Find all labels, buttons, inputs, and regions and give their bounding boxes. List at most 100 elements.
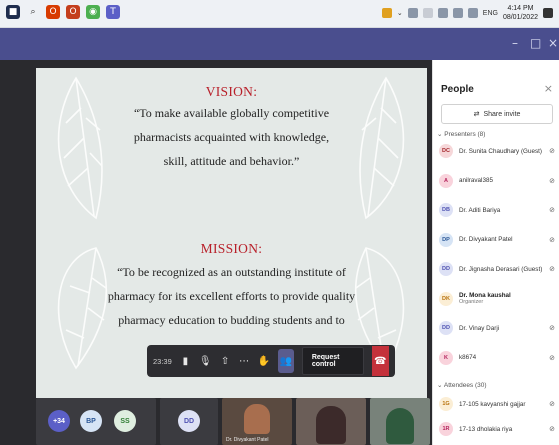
more-actions-icon[interactable]: ⋯ xyxy=(239,354,250,368)
hang-up-icon: ☎ xyxy=(374,355,387,367)
pen-icon[interactable] xyxy=(437,8,448,18)
participant-video-tile[interactable] xyxy=(370,398,430,445)
chevron-down-icon: ⌄ xyxy=(437,382,443,389)
mission-line-3: pharmacy education to budding students a… xyxy=(118,313,345,327)
participant-name: Dr. Mona kaushal xyxy=(459,292,511,299)
mic-muted-icon: ⊘ xyxy=(549,353,555,362)
presenters-section-header[interactable]: ⌄ Presenters (8) xyxy=(437,130,485,138)
avatar: DD xyxy=(439,321,453,335)
participant-tile[interactable]: DD xyxy=(160,398,218,445)
participant-name: 17-105 kavyanshi gajjar xyxy=(459,400,526,408)
participant-video-tile[interactable] xyxy=(296,398,366,445)
mic-muted-icon: ⊘ xyxy=(549,206,555,214)
battery-icon[interactable] xyxy=(467,8,478,18)
language-indicator[interactable]: ENG xyxy=(483,10,498,17)
office-app-icon-2[interactable]: O xyxy=(66,5,80,19)
participant-name-block: Dr. Mona kaushal Organizer xyxy=(459,292,555,305)
avatar: K xyxy=(439,350,453,365)
clock-time: 4:14 PM xyxy=(507,5,534,12)
vision-line-1: “To make available globally competitive xyxy=(133,106,330,120)
chrome-icon[interactable]: ◉ xyxy=(86,5,100,19)
mic-muted-icon: ⊘ xyxy=(549,425,555,433)
participants-icon[interactable]: 👥 xyxy=(278,349,294,373)
office-app-icon[interactable]: O xyxy=(46,5,60,19)
mission-heading: MISSION: xyxy=(200,241,263,256)
network-icon[interactable] xyxy=(407,8,418,18)
clock[interactable]: 4:14 PM 08/01/2022 xyxy=(503,4,538,22)
more-participants-avatar[interactable]: +34 xyxy=(48,410,70,432)
participant-row[interactable]: DP Dr. Divyakant Patel ⊘ xyxy=(439,229,555,251)
participant-tile-group[interactable]: +34 BP SS xyxy=(36,398,156,445)
cloud-icon[interactable] xyxy=(422,8,433,18)
mic-muted-icon: ⊘ xyxy=(549,324,555,332)
keyboard-icon[interactable] xyxy=(452,8,463,18)
avatar: 1R xyxy=(439,422,453,436)
mic-muted-icon: ⊘ xyxy=(549,235,555,244)
chevron-down-icon: ⌄ xyxy=(437,131,443,138)
participant-row[interactable]: DD Dr. Jignasha Derasari (Guest) ⊘ xyxy=(439,258,555,280)
avatar: DB xyxy=(439,203,453,217)
participant-row[interactable]: Kk8674 ⊘ xyxy=(439,347,555,369)
teams-icon[interactable]: T xyxy=(106,5,120,19)
search-icon[interactable]: ⌕ xyxy=(26,5,40,19)
windows-taskbar: ■ ⌕ O O ◉ T ⌄ ENG 4:14 PM 08/01/2022 xyxy=(0,0,559,28)
participant-strip: +34 BP SS DD Dr. Divyakant Patel xyxy=(36,398,432,445)
vision-line-3: skill, attitude and behavior.” xyxy=(163,154,300,168)
participant-row[interactable]: 1G 17-105 kavyanshi gajjar ⊘ xyxy=(439,393,555,415)
teams-title-bar: – □ × xyxy=(0,28,559,60)
avatar: DC xyxy=(439,144,453,158)
panel-title: People xyxy=(441,84,474,95)
raise-hand-icon[interactable]: ✋ xyxy=(258,354,270,368)
hang-up-button[interactable]: ☎ xyxy=(371,346,390,376)
request-control-button[interactable]: Request control xyxy=(301,347,364,375)
participant-row[interactable]: DC Dr. Sunita Chaudhary (Guest) ⊘ xyxy=(439,140,555,162)
avatar: SS xyxy=(114,410,136,432)
participant-name: Dr. Jignasha Derasari (Guest) xyxy=(459,265,543,273)
mic-muted-icon: ⊘ xyxy=(549,176,555,185)
taskbar-pinned-apps: ■ ⌕ O O ◉ T xyxy=(6,5,120,19)
participant-row[interactable]: DB Dr. Aditi Bariya ⊘ xyxy=(439,199,555,221)
notifications-icon[interactable] xyxy=(543,8,553,18)
mic-muted-icon: ⊘ xyxy=(549,400,555,408)
avatar: DD xyxy=(178,410,200,432)
mission-line-1: “To be recognized as an outstanding inst… xyxy=(117,265,346,279)
avatar: A xyxy=(439,173,453,188)
avatar: 1G xyxy=(439,397,453,411)
participant-name: Dr. Aditi Bariya xyxy=(459,206,501,214)
mission-line-2: pharmacy for its excellent efforts to pr… xyxy=(107,289,356,303)
mic-muted-icon[interactable]: 🎙 xyxy=(199,354,212,368)
clock-date: 08/01/2022 xyxy=(502,14,538,21)
participant-name: Dr. Divyakant Patel xyxy=(226,437,269,443)
share-invite-button[interactable]: ⇄ Share invite xyxy=(441,104,553,124)
meeting-timer: 23:39 xyxy=(153,356,172,366)
share-invite-label: Share invite xyxy=(483,110,521,118)
participant-row[interactable]: DD Dr. Vinay Darji ⊘ xyxy=(439,317,555,339)
participant-name: k8674 xyxy=(459,354,477,361)
close-panel-icon[interactable]: × xyxy=(544,82,553,95)
avatar: DK xyxy=(439,291,453,306)
minimize-button[interactable]: – xyxy=(512,36,518,50)
attendees-section-header[interactable]: ⌄ Attendees (30) xyxy=(437,381,487,389)
avatar: BP xyxy=(80,410,102,432)
participant-row[interactable]: Aanilraval385 ⊘ xyxy=(439,170,555,192)
tray-expand-icon[interactable]: ⌄ xyxy=(397,9,403,17)
close-button[interactable]: × xyxy=(548,36,558,50)
system-tray: ⌄ ENG 4:14 PM 08/01/2022 xyxy=(381,4,553,22)
participant-name: Dr. Vinay Darji xyxy=(459,324,500,332)
camera-icon[interactable]: ▮ xyxy=(180,354,191,368)
tray-app-icon[interactable] xyxy=(381,8,392,18)
mic-muted-icon: ⊘ xyxy=(549,265,555,273)
maximize-button[interactable]: □ xyxy=(530,36,541,50)
participant-name: Dr. Sunita Chaudhary (Guest) xyxy=(459,147,542,155)
avatar: DD xyxy=(439,262,453,276)
avatar: DP xyxy=(439,232,453,247)
participant-video-tile[interactable]: Dr. Divyakant Patel xyxy=(222,398,292,445)
start-icon[interactable]: ■ xyxy=(6,5,20,19)
meeting-stage: VISION: “To make available globally comp… xyxy=(0,60,432,445)
vision-heading: VISION: xyxy=(205,84,258,99)
participant-name: Dr. Divyakant Patel xyxy=(459,236,513,243)
share-screen-icon[interactable]: ⇧ xyxy=(220,354,231,368)
participant-row[interactable]: 1R 17-13 dholakia riya ⊘ xyxy=(439,418,555,440)
presenters-label: Presenters (8) xyxy=(444,131,486,138)
participant-row[interactable]: DK Dr. Mona kaushal Organizer xyxy=(439,288,555,310)
